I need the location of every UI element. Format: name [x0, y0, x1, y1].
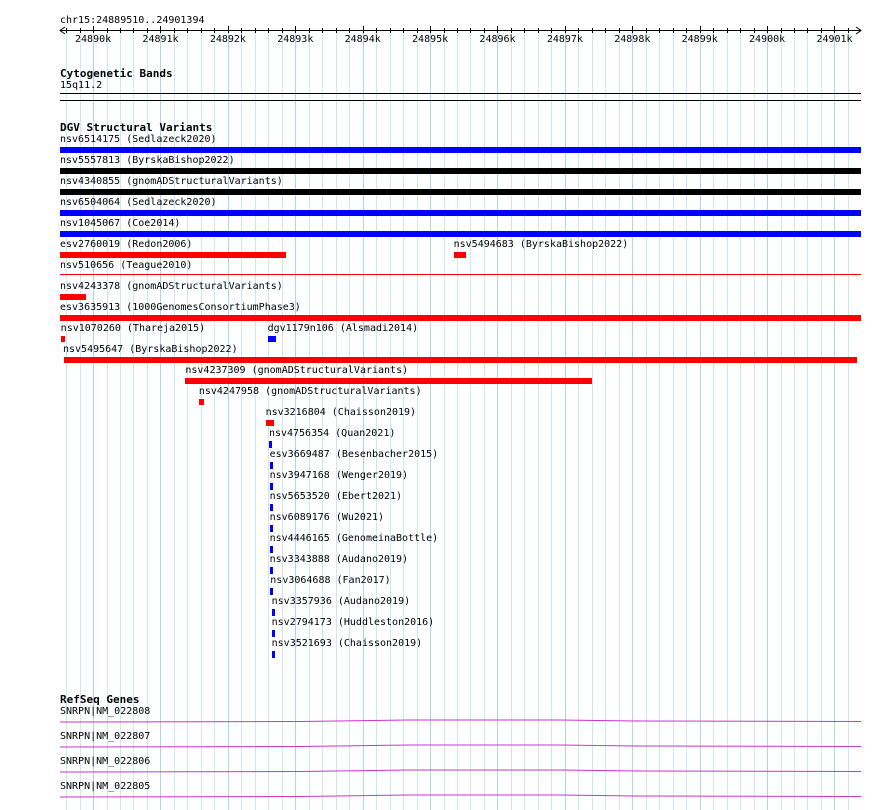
variant-feature[interactable] [60, 147, 861, 153]
variant-feature[interactable] [60, 294, 86, 300]
variant-label[interactable]: dgv1179n106 (Alsmadi2014) [268, 323, 419, 335]
variant-feature[interactable] [265, 420, 274, 426]
variant-feature[interactable] [269, 483, 273, 490]
variant-feature[interactable] [185, 378, 592, 384]
variant-feature[interactable] [64, 357, 858, 363]
variant-label[interactable]: nsv1070260 (Thareja2015) [61, 323, 206, 335]
variant-feature[interactable] [60, 168, 861, 174]
variant-label[interactable]: nsv3357936 (Audano2019) [272, 596, 410, 608]
variant-feature[interactable] [60, 315, 861, 321]
gene-intron-line [59, 794, 862, 798]
variant-feature[interactable] [271, 630, 275, 637]
gene-model[interactable] [0, 718, 890, 724]
variant-label[interactable]: nsv4756354 (Quan2021) [269, 428, 395, 440]
variant-label[interactable]: nsv3064688 (Fan2017) [270, 575, 390, 587]
variant-label[interactable]: nsv3216804 (Chaisson2019) [266, 407, 417, 419]
variant-feature[interactable] [60, 210, 861, 216]
ruler-tick-label: 24900k [749, 34, 786, 45]
gene-label[interactable]: SNRPN|NM_022808 [60, 706, 150, 718]
refseq-track-title: RefSeq Genes [60, 693, 140, 706]
cytoband-bar-bottom [60, 100, 861, 101]
variant-label[interactable]: nsv6504064 (Sedlazeck2020) [60, 197, 217, 209]
gene-model[interactable] [0, 768, 890, 774]
variant-feature[interactable] [271, 651, 275, 658]
variant-label[interactable]: nsv510656 (Teague2010) [60, 260, 192, 272]
variant-label[interactable]: nsv4243378 (gnomADStructuralVariants) [60, 281, 283, 293]
ruler-tick-label: 24901k [816, 34, 853, 45]
ruler-tick-label: 24893k [277, 34, 314, 45]
ruler-tick-label: 24894k [344, 34, 381, 45]
gene-model[interactable] [0, 743, 890, 749]
ruler-tick-label: 24892k [209, 34, 246, 45]
variant-label[interactable]: nsv5557813 (ByrskaBishop2022) [60, 155, 235, 167]
variant-label[interactable]: nsv6089176 (Wu2021) [270, 512, 384, 524]
variant-feature[interactable] [269, 525, 273, 532]
gene-intron-line [59, 719, 862, 723]
gene-label[interactable]: SNRPN|NM_022807 [60, 731, 150, 743]
cytobands-track-title: Cytogenetic Bands [60, 67, 173, 80]
variant-label[interactable]: nsv5495647 (ByrskaBishop2022) [63, 344, 238, 356]
variant-label[interactable]: nsv5494683 (ByrskaBishop2022) [454, 239, 629, 251]
ruler-tick-label: 24898k [614, 34, 651, 45]
gene-label[interactable]: SNRPN|NM_022806 [60, 756, 150, 768]
variant-feature[interactable] [269, 567, 273, 574]
variant-feature[interactable] [198, 399, 204, 405]
variant-feature[interactable] [269, 546, 273, 553]
variant-label[interactable]: nsv4247958 (gnomADStructuralVariants) [199, 386, 422, 398]
variant-label[interactable]: esv3669487 (Besenbacher2015) [270, 449, 439, 461]
variant-label[interactable]: nsv3947168 (Wenger2019) [270, 470, 408, 482]
variant-feature[interactable] [60, 231, 861, 237]
genome-browser-view: chr15:24889510..24901394 24890k 24891k 248… [0, 0, 890, 810]
variant-feature[interactable] [60, 336, 65, 342]
variant-feature[interactable] [267, 336, 276, 342]
variant-feature[interactable] [269, 462, 273, 469]
variant-feature[interactable] [269, 504, 273, 511]
variant-feature[interactable] [268, 441, 272, 448]
gene-intron-line [59, 744, 862, 748]
variant-feature[interactable] [60, 252, 286, 258]
variant-label[interactable]: nsv3343888 (Audano2019) [270, 554, 408, 566]
ruler-tick-label: 24897k [546, 34, 583, 45]
variant-feature[interactable] [271, 609, 275, 616]
variant-label[interactable]: nsv6514175 (Sedlazeck2020) [60, 134, 217, 146]
variant-label[interactable]: nsv4446165 (GenomeinaBottle) [270, 533, 439, 545]
ruler-tick-label: 24891k [142, 34, 179, 45]
variant-label[interactable]: nsv1045067 (Coe2014) [60, 218, 180, 230]
variant-label[interactable]: nsv4340855 (gnomADStructuralVariants) [60, 176, 283, 188]
variant-feature[interactable] [60, 189, 861, 195]
variant-label[interactable]: esv3635913 (1000GenomesConsortiumPhase3) [60, 302, 301, 314]
variant-feature[interactable] [453, 252, 467, 258]
dgv-track-title: DGV Structural Variants [60, 121, 213, 134]
variant-feature[interactable] [60, 274, 861, 275]
ruler-tick-label: 24890k [75, 34, 112, 45]
gene-label[interactable]: SNRPN|NM_022805 [60, 781, 150, 793]
cytoband-bar-top [60, 93, 861, 94]
gene-intron-line [59, 769, 862, 773]
variant-label[interactable]: nsv5653520 (Ebert2021) [270, 491, 402, 503]
variant-label[interactable]: esv2760019 (Redon2006) [60, 239, 192, 251]
ruler-tick-label: 24899k [681, 34, 718, 45]
cytoband-label: 15q11.2 [60, 80, 103, 91]
gene-model[interactable] [0, 793, 890, 799]
variant-label[interactable]: nsv3521693 (Chaisson2019) [272, 638, 423, 650]
ruler-tick-label: 24895k [412, 34, 449, 45]
variant-label[interactable]: nsv4237309 (gnomADStructuralVariants) [185, 365, 408, 377]
variant-label[interactable]: nsv2794173 (Huddleston2016) [272, 617, 435, 629]
ruler-tick-label: 24896k [479, 34, 516, 45]
variant-feature[interactable] [270, 588, 274, 595]
